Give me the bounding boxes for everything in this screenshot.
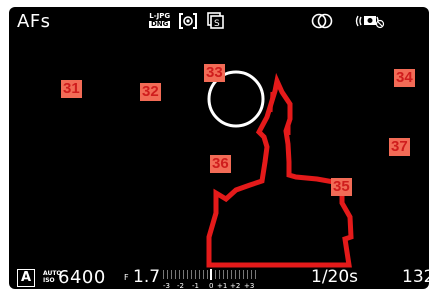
ev-label: -1 [192,282,199,289]
ev-label: -3 [163,282,170,289]
ev-label: -2 [177,282,184,289]
camera-live-view: AFs L-JPG DNG S 31 32 33 34 35 36 37 A A… [9,7,429,289]
aperture-value[interactable]: 1.7 [133,267,160,287]
exposure-mode-badge[interactable]: A [17,269,35,287]
ev-label: +2 [230,282,241,289]
callout-36: 36 [210,155,231,173]
ev-scale-ticks [163,269,256,280]
ev-label: +1 [217,282,228,289]
focus-peaking-spire [269,91,274,113]
shutter-speed[interactable]: 1/20s [311,267,358,287]
live-view-overlay [206,70,354,268]
callout-35: 35 [331,178,352,196]
callout-34: 34 [394,69,415,87]
shots-remaining: 132 [402,267,429,287]
exposure-compensation-scale[interactable]: -3 -2 -1 0 +1 +2 +3 [161,269,261,289]
callout-33: 33 [204,64,225,82]
ev-scale-center-mark [210,269,212,280]
aperture-prefix: F [124,273,129,282]
iso-value[interactable]: 6400 [58,267,106,288]
bottom-exposure-bar: A AUTO ISO 6400 F 1.7 -3 -2 -1 0 +1 +2 +… [9,267,429,289]
callout-32: 32 [140,83,161,101]
ev-label: 0 [209,282,214,289]
ev-label: +3 [244,282,255,289]
callout-31: 31 [61,80,82,98]
callout-37: 37 [389,138,410,156]
focus-peaking-outline [206,72,354,268]
